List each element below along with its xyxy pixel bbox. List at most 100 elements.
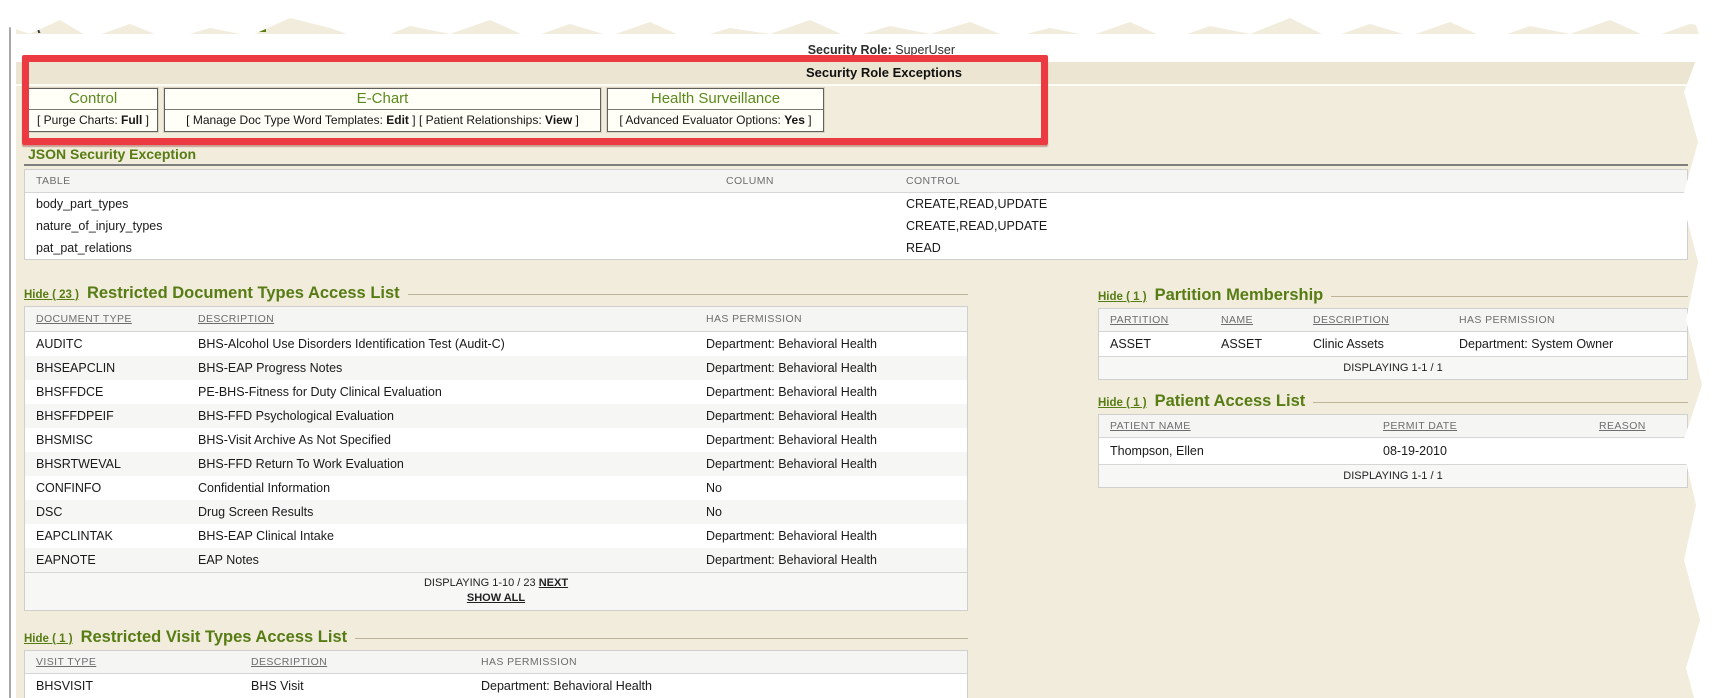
exception-item-value: View — [545, 113, 572, 127]
cell-doc-type: DSC — [25, 505, 187, 519]
exception-item-prefix: [ Advanced Evaluator Options: — [619, 113, 784, 127]
cell-permission: No — [695, 505, 967, 519]
visit-list-rule — [355, 638, 968, 639]
partition-section-header: Hide ( 1 ) Partition Membership — [1098, 286, 1688, 305]
cell-table: nature_of_injury_types — [25, 219, 715, 233]
cell-permission: Department: System Owner — [1448, 337, 1687, 351]
visit-table-header: VISIT TYPE DESCRIPTION HAS PERMISSION — [25, 651, 967, 674]
doc-list-title: Restricted Document Types Access List — [87, 284, 400, 303]
json-security-heading: JSON Security Exception — [28, 146, 196, 162]
paging-show-all-link[interactable]: SHOW ALL — [467, 592, 525, 604]
visit-list-title: Restricted Visit Types Access List — [81, 628, 348, 647]
visit-list-hide-link[interactable]: Hide ( 1 ) — [24, 633, 73, 645]
col-visit-type[interactable]: VISIT TYPE — [36, 656, 96, 668]
table-row: Thompson, Ellen 08-19-2010 — [1099, 438, 1687, 464]
group-health-surveillance: Health Surveillance [ Advanced Evaluator… — [607, 88, 824, 132]
patient-table-header: PATIENT NAME PERMIT DATE REASON — [1099, 415, 1687, 438]
cell-doc-type: BHSMISC — [25, 433, 187, 447]
col-table: TABLE — [25, 175, 715, 187]
patient-title: Patient Access List — [1155, 392, 1306, 411]
json-table-header: TABLE COLUMN CONTROL — [25, 170, 1687, 193]
col-reason[interactable]: REASON — [1599, 420, 1646, 432]
group-control-title: Control — [29, 89, 157, 110]
col-patient-name[interactable]: PATIENT NAME — [1110, 420, 1191, 432]
doc-list-hide-link[interactable]: Hide ( 23 ) — [24, 289, 79, 301]
cell-permission: Department: Behavioral Health — [695, 457, 967, 471]
patient-table: PATIENT NAME PERMIT DATE REASON Thompson… — [1098, 414, 1688, 488]
exception-item-suffix: ] — [409, 113, 416, 127]
table-row: pat_pat_relations READ — [25, 237, 1687, 259]
table-row: AUDITC BHS-Alcohol Use Disorders Identif… — [25, 332, 967, 356]
partition-hide-link[interactable]: Hide ( 1 ) — [1098, 291, 1147, 303]
patient-rule — [1313, 402, 1688, 403]
doc-table-footer: DISPLAYING 1-10 / 23 NEXT SHOW ALL — [25, 572, 967, 610]
exception-item-suffix: ] — [805, 113, 812, 127]
cell-description: EAP Notes — [187, 553, 695, 567]
col-has-permission: HAS PERMISSION — [695, 313, 967, 325]
exception-item-suffix: ] — [142, 113, 149, 127]
cell-control: READ — [895, 241, 1687, 255]
partition-title: Partition Membership — [1155, 286, 1324, 305]
screenshot-canvas: A Security Role: SuperUser Security Role… — [0, 0, 1731, 698]
table-row: BHSFFDCE PE-BHS-Fitness for Duty Clinica… — [25, 380, 967, 404]
group-echart-title: E-Chart — [165, 89, 600, 110]
cell-permission: Department: Behavioral Health — [695, 433, 967, 447]
exception-item-prefix: [ Purge Charts: — [37, 113, 121, 127]
col-partition[interactable]: PARTITION — [1110, 314, 1169, 326]
table-row: body_part_types CREATE,READ,UPDATE — [25, 193, 1687, 215]
col-document-type[interactable]: DOCUMENT TYPE — [36, 313, 132, 325]
cell-permission: Department: Behavioral Health — [470, 679, 967, 693]
cell-visit-type: BHSVISIT — [25, 679, 240, 693]
table-row: BHSRTWEVAL BHS-FFD Return To Work Evalua… — [25, 452, 967, 476]
cell-description: BHS-EAP Clinical Intake — [187, 529, 695, 543]
cell-control: CREATE,READ,UPDATE — [895, 219, 1687, 233]
col-has-permission: HAS PERMISSION — [470, 656, 967, 668]
patient-hide-link[interactable]: Hide ( 1 ) — [1098, 397, 1147, 409]
table-row: nature_of_injury_types CREATE,READ,UPDAT… — [25, 215, 1687, 237]
cell-permission: Department: Behavioral Health — [695, 361, 967, 375]
col-has-permission: HAS PERMISSION — [1448, 314, 1687, 326]
partition-rule — [1331, 296, 1688, 297]
exception-item-value: Full — [121, 113, 142, 127]
cell-permission: No — [695, 481, 967, 495]
col-description[interactable]: DESCRIPTION — [251, 656, 327, 668]
security-role-line: Security Role: SuperUser — [16, 43, 955, 57]
json-security-table: TABLE COLUMN CONTROL body_part_types CRE… — [24, 169, 1688, 260]
doc-list-table: DOCUMENT TYPE DESCRIPTION HAS PERMISSION… — [24, 306, 968, 611]
cell-description: Confidential Information — [187, 481, 695, 495]
col-control: CONTROL — [895, 175, 1687, 187]
cell-doc-type: BHSEAPCLIN — [25, 361, 187, 375]
exceptions-groups: Control [ Purge Charts: Full ] E-Chart [… — [28, 88, 824, 132]
group-health-values: [ Advanced Evaluator Options: Yes ] — [608, 110, 823, 131]
cell-patient-name: Thompson, Ellen — [1099, 444, 1372, 458]
security-role-value: SuperUser — [895, 43, 955, 57]
cell-description: BHS-Visit Archive As Not Specified — [187, 433, 695, 447]
security-role-label: Security Role: — [808, 43, 892, 57]
col-name[interactable]: NAME — [1221, 314, 1253, 326]
group-echart: E-Chart [ Manage Doc Type Word Templates… — [164, 88, 601, 132]
doc-table-header: DOCUMENT TYPE DESCRIPTION HAS PERMISSION — [25, 307, 967, 332]
col-description[interactable]: DESCRIPTION — [1313, 314, 1389, 326]
cell-doc-type: BHSRTWEVAL — [25, 457, 187, 471]
col-description[interactable]: DESCRIPTION — [198, 313, 274, 325]
cell-table: body_part_types — [25, 197, 715, 211]
paging-line: DISPLAYING 1-10 / 23 NEXT — [25, 577, 967, 589]
visit-list-table: VISIT TYPE DESCRIPTION HAS PERMISSION BH… — [24, 650, 968, 698]
partition-table-footer: DISPLAYING 1-1 / 1 — [1099, 356, 1687, 379]
exception-item-prefix: [ Patient Relationships: — [419, 113, 545, 127]
cell-doc-type: EAPNOTE — [25, 553, 187, 567]
paging-displaying: DISPLAYING 1-10 / 23 — [424, 577, 536, 589]
table-row: BHSEAPCLIN BHS-EAP Progress Notes Depart… — [25, 356, 967, 380]
table-row: EAPNOTE EAP Notes Department: Behavioral… — [25, 548, 967, 572]
cell-permission: Department: Behavioral Health — [695, 553, 967, 567]
cell-description: BHS-Alcohol Use Disorders Identification… — [187, 337, 695, 351]
table-row: CONFINFO Confidential Information No — [25, 476, 967, 500]
cell-description: BHS-FFD Return To Work Evaluation — [187, 457, 695, 471]
group-echart-values: [ Manage Doc Type Word Templates: Edit ]… — [165, 110, 600, 131]
cell-table: pat_pat_relations — [25, 241, 715, 255]
paging-next-link[interactable]: NEXT — [539, 577, 568, 589]
col-permit-date[interactable]: PERMIT DATE — [1383, 420, 1457, 432]
table-row: BHSMISC BHS-Visit Archive As Not Specifi… — [25, 428, 967, 452]
cell-description: Clinic Assets — [1302, 337, 1448, 351]
cell-doc-type: AUDITC — [25, 337, 187, 351]
